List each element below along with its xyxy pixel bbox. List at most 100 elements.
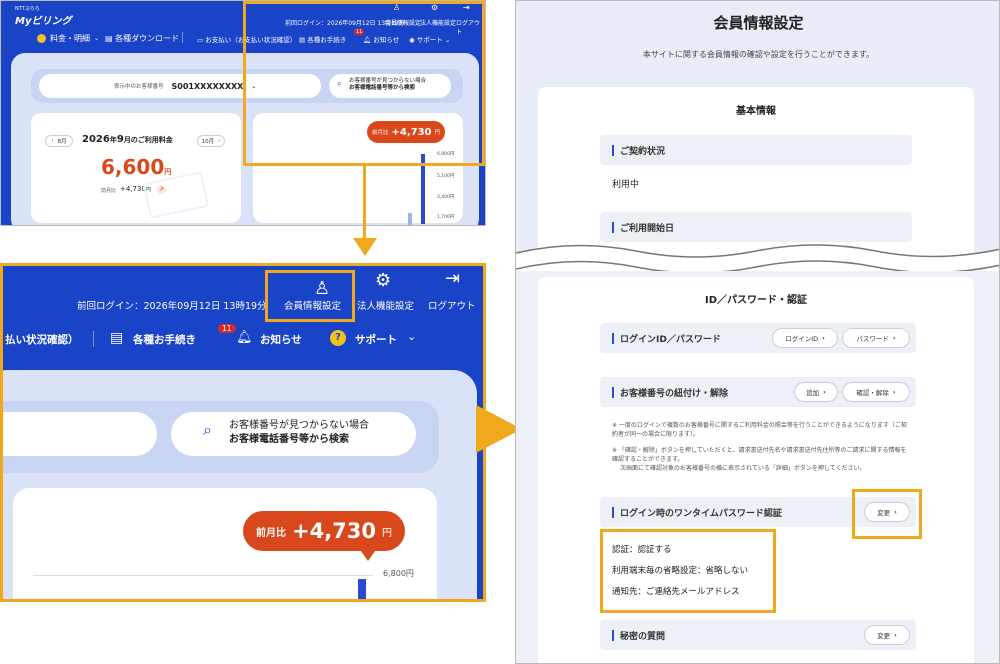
nav-procedures[interactable]: 各種お手続き	[133, 332, 196, 347]
search-icon: ⌕	[203, 420, 212, 439]
chart-bar-current	[358, 579, 366, 599]
bubble-unit: 円	[382, 527, 393, 539]
chevron-right-icon: ›	[823, 388, 826, 396]
nav-divider	[93, 331, 94, 347]
chevron-down-icon: ⌄	[407, 330, 417, 343]
fee-amount: 6,600円	[101, 155, 171, 179]
tick-1700: 1,700円	[437, 215, 455, 220]
tick-3400: 3,400円	[437, 195, 455, 200]
nav-download-label: 各種ダウンロード	[115, 34, 180, 43]
password-button[interactable]: パスワード ›	[842, 328, 910, 348]
connector-line	[363, 165, 366, 240]
nav-support[interactable]: サポート	[355, 332, 397, 347]
yen-icon	[37, 34, 46, 43]
title-rest: 月のご利用料金	[123, 136, 173, 144]
search-line1: お客様番号が見つからない場合	[229, 420, 369, 431]
customer-link-label: お客様番号の紐付け・解除	[620, 388, 729, 399]
top-link-corporate[interactable]: 法人機能設定	[357, 298, 414, 312]
id-password-heading: ID／パスワード・認証	[704, 295, 808, 306]
logo-sub: NTTぷらら	[15, 6, 40, 12]
note-2b: 次画面にて確認対象のお客様番号の横に表示されている「詳細」ボタンを押してください…	[620, 465, 866, 472]
start-date-bar: ご利用開始日	[600, 212, 912, 242]
add-button-label: 追加	[806, 389, 820, 397]
nav-divider	[182, 32, 183, 43]
amount-value: 6,600	[101, 155, 165, 179]
chevron-right-icon: ›	[892, 334, 896, 342]
confirm-release-button[interactable]: 確認・解除 ›	[842, 382, 910, 402]
bubble-label: 前月比	[255, 527, 286, 539]
login-label: ログインID／パスワード	[620, 334, 721, 345]
logo[interactable]: Myビリング	[15, 12, 71, 27]
top-link-logout[interactable]: ログアウト	[428, 298, 476, 312]
nav-news[interactable]: お知らせ	[260, 332, 302, 347]
nav-download[interactable]: ▤ 各種ダウンロード	[105, 33, 179, 44]
last-login: 前回ログイン：2026年09月12日 13時19分	[77, 301, 267, 312]
customer-label: 表示中のお客様番号	[114, 84, 164, 90]
prev-month-label: 8月	[57, 139, 67, 145]
prev-month-button[interactable]: ‹ 8月	[45, 135, 73, 147]
logout-icon: ⇥	[445, 268, 461, 289]
password-button-label: パスワード	[856, 335, 889, 343]
amount-unit: 円	[164, 168, 172, 176]
bubble-pointer	[361, 551, 375, 561]
notice-badge: 11	[218, 324, 236, 333]
secret-change-label: 変更	[877, 632, 891, 640]
next-month-label: 10月	[201, 139, 215, 145]
download-icon: ▤	[105, 34, 116, 43]
tick-5100: 5,100円	[437, 174, 455, 179]
fee-title: 2026年9月のご利用料金	[82, 134, 173, 145]
contract-status-bar: ご契約状況	[600, 135, 912, 165]
tick-6800: 6,800円	[383, 569, 414, 578]
page-subtitle: 本サイトに関する会員情報の確認や設定を行うことができます。	[642, 50, 875, 59]
contract-label: ご契約状況	[620, 146, 666, 157]
note-2a: ※ 「確認・解除」ボタンを押していただくと、請求書送付先名や請求書送付先住所等の…	[612, 447, 907, 463]
diff-label: 前月比	[101, 188, 117, 194]
highlight-header-area	[243, 1, 485, 166]
customer-number: S001XXXXXXXX	[171, 81, 244, 91]
chart-bar-previous	[408, 213, 412, 225]
screenshot-zoomed: ♙ ⚙ ⇥ 前回ログイン：2026年09月12日 13時19分 会員情報設定 法…	[0, 263, 486, 602]
bubble-value: +4,730	[291, 519, 377, 543]
document-icon: ▤	[110, 330, 124, 346]
search-line2: お客様電話番号等から検索	[229, 434, 349, 445]
title-year-suffix: 年	[109, 136, 117, 144]
grid-line	[33, 575, 373, 576]
secret-label: 秘密の質問	[620, 631, 666, 642]
nav-payment-partial[interactable]: 払い状況確認）	[5, 332, 79, 347]
highlight-change-button	[852, 489, 922, 539]
diff-number: +4,730	[120, 185, 146, 193]
member-settings-page: 会員情報設定 本サイトに関する会員情報の確認や設定を行うことができます。 基本情…	[515, 0, 1000, 664]
login-id-button-label: ログインID	[785, 335, 819, 343]
support-icon: ?	[330, 330, 346, 346]
secret-change-button[interactable]: 変更 ›	[864, 625, 910, 645]
search-customer-button[interactable]: ⌕ お客様番号が見つからない場合 お客様電話番号等から検索	[171, 412, 416, 456]
card-icon: ▭	[197, 36, 206, 44]
basic-info-heading: 基本情報	[736, 106, 776, 117]
chevron-right-icon: ›	[894, 631, 897, 639]
otp-setting-skip: 利用端末毎の省略設定：省略しない	[612, 566, 749, 576]
otp-setting-auth: 認証：認証する	[612, 545, 672, 555]
title-year: 2026	[82, 134, 110, 145]
user-gear-icon: ⚙	[375, 270, 392, 291]
note-1: ※ 一度のログインで複数のお客様番号に関するご利用料金の照会等を行うことができる…	[612, 422, 907, 438]
bell-icon: 🔔︎	[236, 330, 253, 345]
chevron-down-icon: ⌄	[94, 35, 100, 42]
start-label: ご利用開始日	[620, 223, 675, 234]
chevron-right-icon: ›	[822, 334, 825, 342]
add-button[interactable]: 追加 ›	[794, 382, 838, 402]
nav-fees[interactable]: 料金・明細 ⌄	[37, 33, 99, 44]
nav-fees-label: 料金・明細	[50, 34, 90, 43]
page-title: 会員情報設定	[713, 14, 804, 32]
page-break-wave	[516, 244, 999, 274]
next-month-button[interactable]: 10月 ›	[197, 135, 225, 147]
login-id-button[interactable]: ログインID ›	[772, 328, 838, 348]
arrow-down-icon	[353, 238, 377, 256]
contract-value: 利用中	[612, 180, 640, 190]
customer-select[interactable]	[3, 412, 157, 456]
highlight-member-link	[265, 270, 355, 322]
confirm-release-label: 確認・解除	[856, 389, 889, 397]
diff-bubble: 前月比 +4,730 円	[243, 511, 405, 551]
chevron-right-icon: ›	[892, 388, 896, 396]
otp-label: ログイン時のワンタイムパスワード認証	[620, 508, 782, 519]
screenshot-overview: NTTぷらら Myビリング 前回ログイン：2026年09月12日 13時19分 …	[0, 0, 486, 226]
